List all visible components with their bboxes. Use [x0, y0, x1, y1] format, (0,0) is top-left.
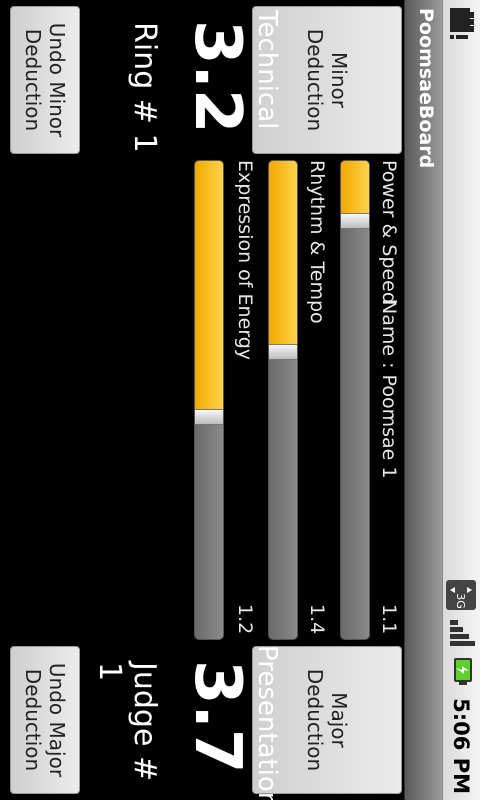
signal-icon	[444, 618, 478, 648]
presentation-label: Presentation	[252, 645, 282, 800]
power-speed-label: Power & Speed	[378, 160, 400, 304]
technical-label: Technical	[252, 10, 282, 130]
app-screen: 3G 5:06 PM PoomsaeBoard Minor Deduction …	[0, 0, 480, 800]
slider-thumb[interactable]	[194, 408, 224, 425]
status-bar: 3G 5:06 PM	[442, 0, 480, 800]
rhythm-tempo-label: Rhythm & Tempo	[306, 160, 328, 324]
slider-fill	[195, 161, 223, 417]
technical-score: 3.2	[180, 20, 254, 134]
power-speed-slider[interactable]	[340, 160, 370, 640]
power-speed-value: 1.1	[378, 604, 400, 635]
slider-thumb[interactable]	[340, 212, 370, 229]
poomsae-name: Name : Poomsae 1	[378, 300, 400, 479]
svg-text:3G: 3G	[454, 593, 467, 609]
slider-thumb[interactable]	[268, 344, 298, 361]
network-3g-icon: 3G	[446, 580, 476, 611]
presentation-score: 3.7	[180, 660, 254, 774]
status-icons: 3G 5:06 PM	[442, 580, 480, 794]
status-time: 5:06 PM	[449, 698, 473, 794]
expression-energy-value: 1.2	[234, 604, 256, 635]
rhythm-tempo-slider[interactable]	[268, 160, 298, 640]
battery-charging-icon	[444, 656, 478, 686]
undo-major-deduction-button[interactable]: Undo Major Deduction	[10, 646, 80, 794]
slider-fill	[341, 161, 369, 221]
title-bar: PoomsaeBoard	[404, 0, 442, 800]
expression-energy-slider[interactable]	[194, 160, 224, 640]
app-title: PoomsaeBoard	[415, 8, 437, 169]
expression-energy-label: Expression of Energy	[234, 160, 256, 361]
slider-fill	[269, 161, 297, 353]
ring-number: Ring # 1	[127, 22, 162, 153]
undo-minor-deduction-button[interactable]: Undo Minor Deduction	[10, 6, 80, 154]
judge-number: Judge # 1	[92, 662, 162, 782]
rhythm-tempo-value: 1.4	[306, 604, 328, 635]
notification-alert-icon	[446, 6, 476, 42]
